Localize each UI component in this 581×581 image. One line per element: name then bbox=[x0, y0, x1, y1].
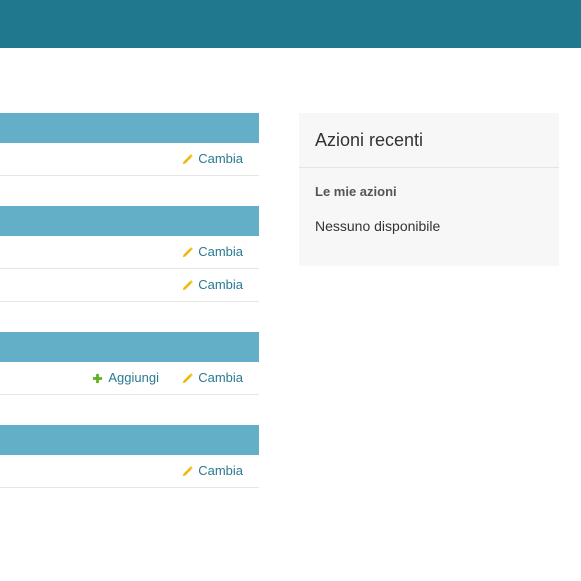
pencil-icon bbox=[183, 153, 194, 164]
change-label: Cambia bbox=[198, 151, 243, 166]
app-module-1: Cambia bbox=[0, 113, 259, 176]
add-label: Aggiungi bbox=[108, 370, 159, 385]
pencil-icon bbox=[183, 372, 194, 383]
app-module-3: Aggiungi Cambia bbox=[0, 332, 259, 395]
plus-icon bbox=[93, 373, 103, 383]
change-label: Cambia bbox=[198, 463, 243, 478]
my-actions-heading: Le mie azioni bbox=[315, 184, 397, 199]
recent-actions-title: Azioni recenti bbox=[299, 113, 559, 168]
site-header bbox=[0, 0, 581, 48]
model-row: Aggiungi Cambia bbox=[0, 362, 259, 395]
recent-actions-panel: Azioni recenti Le mie azioni Nessuno dis… bbox=[299, 113, 559, 266]
change-link[interactable]: Cambia bbox=[182, 455, 243, 487]
app-module-2: Cambia Cambia bbox=[0, 206, 259, 302]
change-link[interactable]: Cambia bbox=[182, 143, 243, 175]
change-link[interactable]: Cambia bbox=[182, 236, 243, 268]
model-row: Cambia bbox=[0, 236, 259, 269]
module-caption[interactable] bbox=[0, 206, 259, 236]
pencil-icon bbox=[183, 246, 194, 257]
module-caption[interactable] bbox=[0, 332, 259, 362]
empty-actions-text: Nessuno disponibile bbox=[315, 218, 441, 234]
app-module-4: Cambia bbox=[0, 425, 259, 488]
change-label: Cambia bbox=[198, 370, 243, 385]
module-caption[interactable] bbox=[0, 425, 259, 455]
model-row: Cambia bbox=[0, 143, 259, 176]
model-row: Cambia bbox=[0, 269, 259, 302]
add-link[interactable]: Aggiungi bbox=[92, 362, 159, 394]
change-label: Cambia bbox=[198, 244, 243, 259]
pencil-icon bbox=[183, 279, 194, 290]
model-row: Cambia bbox=[0, 455, 259, 488]
module-caption[interactable] bbox=[0, 113, 259, 143]
change-label: Cambia bbox=[198, 277, 243, 292]
change-link[interactable]: Cambia bbox=[182, 269, 243, 301]
pencil-icon bbox=[183, 465, 194, 476]
change-link[interactable]: Cambia bbox=[182, 362, 243, 394]
